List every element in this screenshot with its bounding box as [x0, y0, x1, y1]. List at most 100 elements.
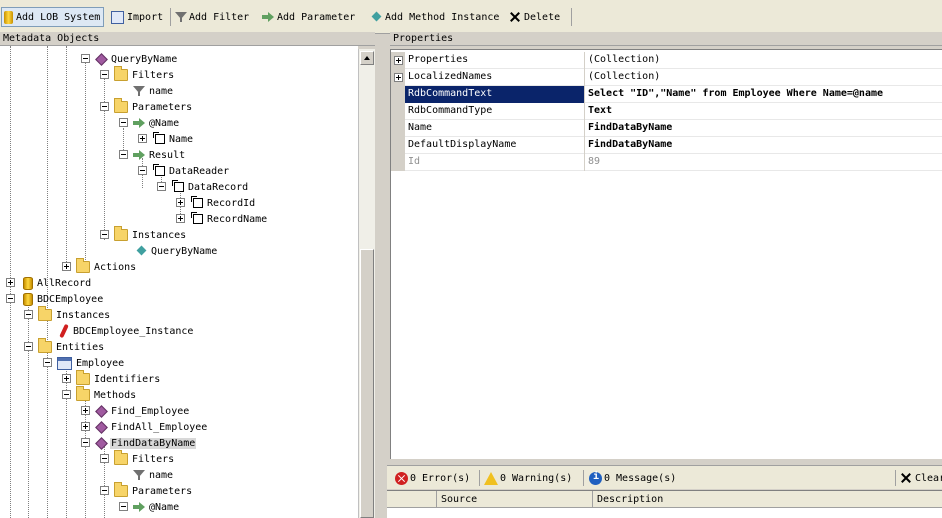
tree-node-parameters[interactable]: Parameters	[97, 98, 193, 115]
expand-toggle[interactable]	[81, 406, 90, 415]
collapse-toggle[interactable]	[24, 310, 33, 319]
import-button[interactable]: Import	[109, 8, 163, 26]
warnings-toggle[interactable]: 0 Warning(s)	[484, 470, 572, 486]
parameter-icon	[133, 501, 145, 513]
tree-node-data-record[interactable]: DataRecord	[154, 179, 249, 195]
folder-icon	[114, 66, 128, 81]
tree-node-entities[interactable]: Entities	[21, 338, 105, 355]
tree-node-filters[interactable]: Filters	[97, 450, 175, 467]
property-row-rdb-command-type[interactable]: RdbCommandType Text	[391, 103, 942, 120]
method-instance-icon	[372, 11, 382, 23]
column-header-source[interactable]: Source	[437, 491, 593, 508]
database-icon	[23, 276, 33, 290]
tree-node-name-type[interactable]: Name	[135, 131, 194, 147]
folder-icon	[76, 370, 90, 385]
tree-line	[104, 70, 105, 240]
property-row-localized-names[interactable]: LocalizedNames (Collection)	[391, 69, 942, 86]
scroll-up-icon[interactable]	[360, 51, 374, 65]
method-instance-icon	[137, 245, 147, 257]
collapse-toggle[interactable]	[24, 342, 33, 351]
tree-node-actions[interactable]: Actions	[59, 258, 137, 275]
tree-node-identifiers[interactable]: Identifiers	[59, 370, 161, 387]
delete-button[interactable]: Delete	[509, 8, 560, 26]
tree-vertical-scrollbar[interactable]	[358, 49, 375, 518]
property-row-id[interactable]: Id 89	[391, 154, 942, 171]
tree-node-bdc-employee[interactable]: BDCEmployee	[3, 291, 104, 307]
clear-icon	[900, 472, 912, 484]
collapse-toggle[interactable]	[43, 358, 52, 367]
tree-node-param-name[interactable]: @Name	[116, 115, 180, 131]
tree-node-instances[interactable]: Instances	[97, 226, 187, 243]
tree-node-filter-name[interactable]: name	[116, 467, 174, 483]
property-row-properties[interactable]: Properties (Collection)	[391, 52, 942, 69]
panel-splitter[interactable]	[375, 34, 387, 518]
error-list-toolbar: 0 Error(s) 0 Warning(s) 0 Message(s) Cle…	[387, 465, 942, 489]
tree-node-find-data-by-name[interactable]: FindDataByName	[78, 435, 197, 451]
add-parameter-button[interactable]: Add Parameter	[262, 8, 355, 26]
collapse-toggle[interactable]	[119, 502, 128, 511]
tree-node-filters[interactable]: Filters	[97, 66, 175, 83]
messages-toggle[interactable]: 0 Message(s)	[589, 470, 676, 486]
expand-toggle[interactable]	[62, 374, 71, 383]
property-row-rdb-command-text[interactable]: RdbCommandText Select "ID","Name" from E…	[391, 86, 942, 103]
expand-toggle[interactable]	[138, 134, 147, 143]
column-header-index[interactable]	[387, 491, 437, 508]
expand-toggle[interactable]	[394, 56, 403, 65]
collapse-toggle[interactable]	[119, 150, 128, 159]
tree-node-all-record[interactable]: AllRecord	[3, 275, 92, 291]
tree-node-result[interactable]: Result	[116, 147, 186, 163]
property-row-default-display-name[interactable]: DefaultDisplayName FindDataByName	[391, 137, 942, 154]
filter-icon	[133, 469, 145, 481]
column-header-description[interactable]: Description	[593, 491, 942, 508]
collapse-toggle[interactable]	[157, 182, 166, 191]
tree-node-find-all-employee[interactable]: FindAll_Employee	[78, 419, 208, 435]
collapse-toggle[interactable]	[81, 438, 90, 447]
collapse-toggle[interactable]	[138, 166, 147, 175]
expand-toggle[interactable]	[176, 198, 185, 207]
collapse-toggle[interactable]	[100, 70, 109, 79]
collapse-toggle[interactable]	[6, 294, 15, 303]
collapse-toggle[interactable]	[100, 102, 109, 111]
collapse-toggle[interactable]	[100, 486, 109, 495]
add-lob-system-button[interactable]: Add LOB System	[1, 7, 105, 27]
collapse-toggle[interactable]	[100, 454, 109, 463]
folder-icon	[114, 450, 128, 465]
import-icon	[111, 10, 124, 24]
properties-header: Properties	[390, 32, 942, 46]
tree-node-instances[interactable]: Instances	[21, 306, 111, 323]
tree-node-data-reader[interactable]: DataReader	[135, 163, 230, 179]
tree-node-filter-name[interactable]: name	[116, 83, 174, 99]
tree-node-record-name[interactable]: RecordName	[173, 211, 268, 227]
collapse-toggle[interactable]	[62, 390, 71, 399]
tree-node-parameters[interactable]: Parameters	[97, 482, 193, 499]
folder-icon	[114, 482, 128, 497]
tree-node-find-employee[interactable]: Find_Employee	[78, 403, 190, 419]
add-filter-button[interactable]: Add Filter	[175, 8, 249, 26]
tree-node-query-by-name[interactable]: QueryByName	[78, 51, 178, 67]
collapse-toggle[interactable]	[81, 54, 90, 63]
tree-node-lob-instance[interactable]: BDCEmployee_Instance	[42, 323, 194, 339]
database-icon	[4, 10, 13, 24]
expand-toggle[interactable]	[62, 262, 71, 271]
tree-node-methods[interactable]: Methods	[59, 386, 137, 403]
type-descriptor-icon	[153, 132, 165, 144]
add-method-instance-button[interactable]: Add Method Instance	[372, 8, 499, 26]
expand-toggle[interactable]	[394, 73, 403, 82]
expand-toggle[interactable]	[81, 422, 90, 431]
method-icon	[95, 405, 107, 417]
clear-button[interactable]: Clear	[900, 470, 942, 486]
tree-node-employee[interactable]: Employee	[40, 355, 125, 371]
errors-toggle[interactable]: 0 Error(s)	[395, 470, 470, 486]
tree-node-record-id[interactable]: RecordId	[173, 195, 256, 211]
expand-toggle[interactable]	[6, 278, 15, 287]
expand-toggle[interactable]	[176, 214, 185, 223]
property-row-name[interactable]: Name FindDataByName	[391, 120, 942, 137]
tree-node-method-instance[interactable]: QueryByName	[120, 243, 218, 259]
scrollbar-thumb[interactable]	[360, 249, 374, 518]
tree-node-param-name[interactable]: @Name	[116, 499, 180, 515]
type-descriptor-icon	[153, 164, 165, 176]
collapse-toggle[interactable]	[119, 118, 128, 127]
collapse-toggle[interactable]	[100, 230, 109, 239]
delete-icon	[509, 11, 521, 23]
method-icon	[95, 53, 107, 65]
